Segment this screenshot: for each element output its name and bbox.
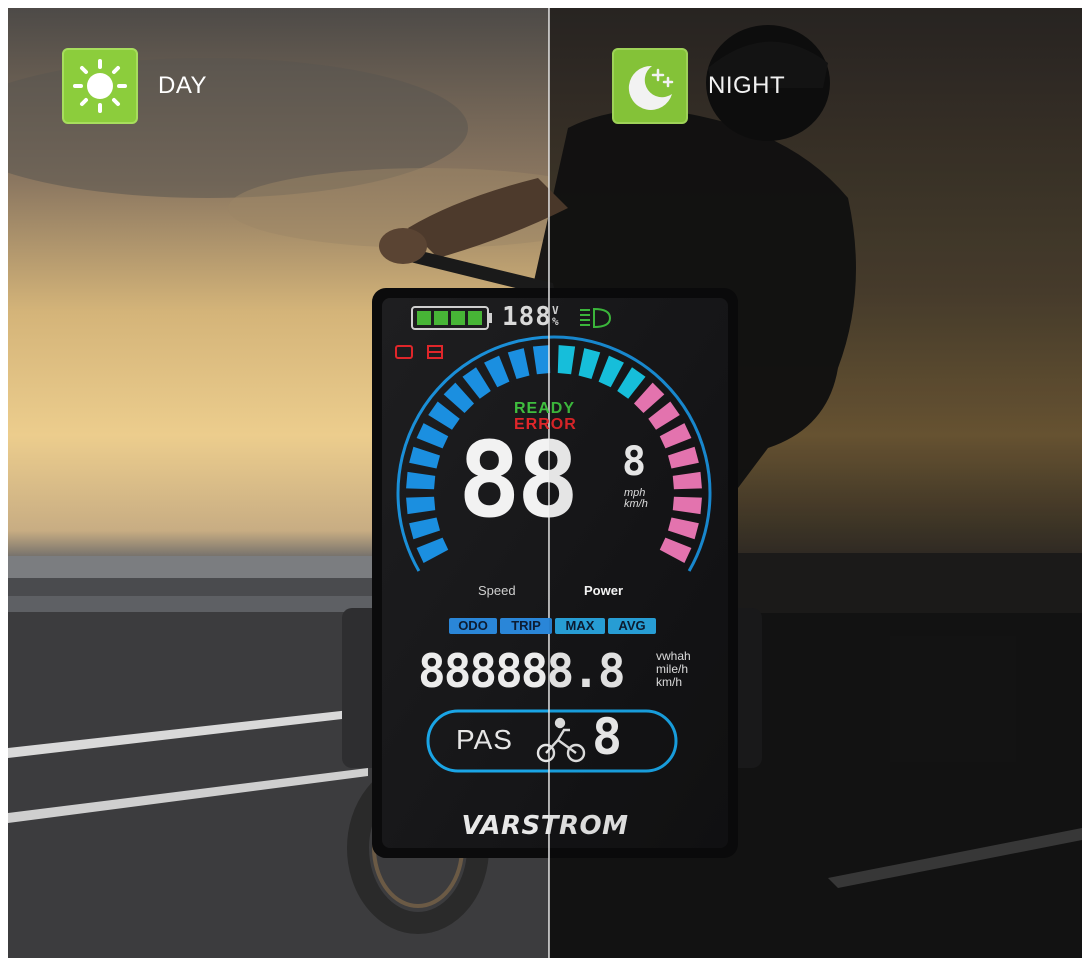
speed-main-readout: 88 [458,419,579,541]
mode-tab-odo: ODO [449,618,497,634]
odometer-readout: 888888.8 [418,644,626,698]
display-text-layer: 188 V% READY ERROR 88 8 mph km/h Speed Po… [8,8,1082,958]
speed-small-readout: 8 [622,439,647,485]
odometer-units: vwhah mile/h km/h [656,649,691,689]
brand-logo: VARSTROM [461,811,629,841]
gauge-label-speed: Speed [478,583,516,598]
gauge-label-power: Power [584,583,624,598]
pas-label: PAS [456,724,513,755]
mode-tab-max: MAX [555,618,605,634]
mode-tab-avg: AVG [608,618,656,634]
speed-units: mph km/h [624,487,648,510]
mode-tab-trip: TRIP [500,618,552,634]
pas-level: 8 [592,708,623,766]
mode-tab-labels: ODO TRIP MAX AVG [449,618,656,634]
battery-readout: 188 V% [502,302,560,332]
day-night-comparison: DAY NIGHT 188 V% READY ERROR 88 8 mph km/… [8,8,1082,958]
